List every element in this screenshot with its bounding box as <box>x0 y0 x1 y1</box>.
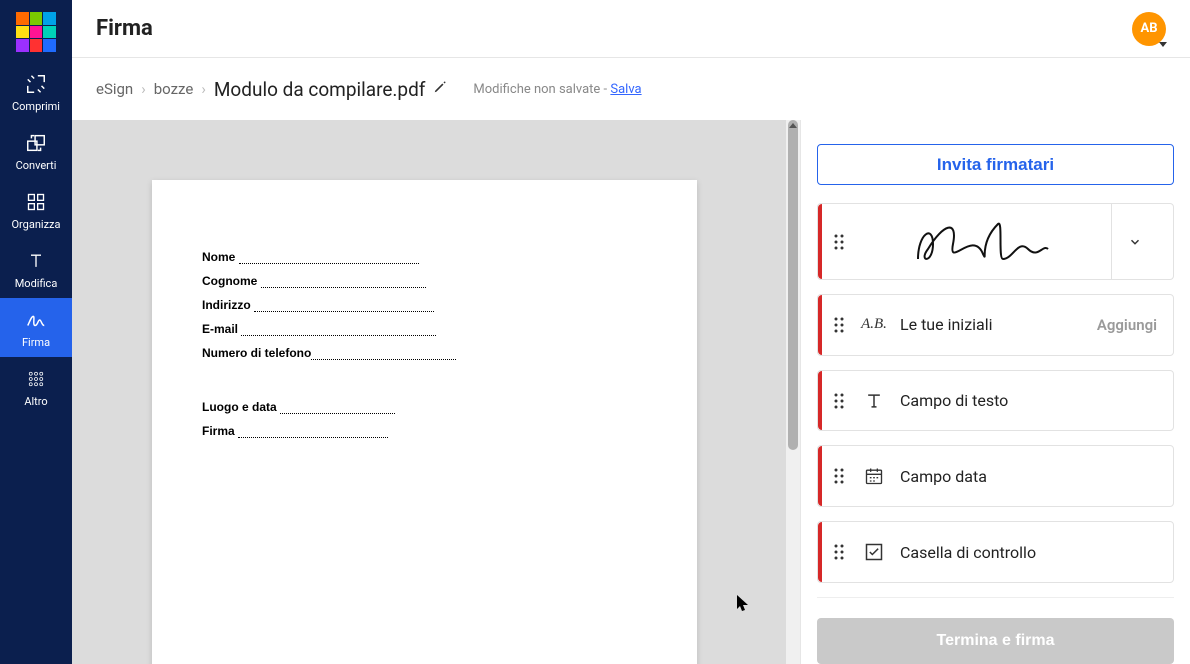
pdf-page[interactable]: Nome Cognome Indirizzo E-mail Numero di … <box>152 180 697 664</box>
tool-label: Campo di testo <box>894 391 1157 410</box>
add-initials-button[interactable]: Aggiungi <box>1097 316 1157 334</box>
document-canvas[interactable]: Nome Cognome Indirizzo E-mail Numero di … <box>72 120 800 664</box>
drag-handle-icon[interactable] <box>818 234 854 250</box>
nav-label: Converti <box>16 159 57 172</box>
checkbox-icon <box>854 542 894 562</box>
tool-label: Le tue iniziali <box>894 315 1097 334</box>
user-avatar[interactable]: AB <box>1132 12 1166 46</box>
signature-icon <box>24 308 48 332</box>
breadcrumb-row: eSign › bozze › Modulo da compilare.pdf … <box>72 58 1190 120</box>
text-icon <box>24 249 48 273</box>
scrollbar[interactable] <box>786 120 800 664</box>
expand-signature-button[interactable] <box>1111 204 1157 279</box>
date-field-tool[interactable]: Campo data <box>817 445 1174 507</box>
form-label-luogo: Luogo e data <box>202 400 277 414</box>
page-title: Firma <box>96 16 153 41</box>
initials-tool[interactable]: A.B. Le tue iniziali Aggiungi <box>817 294 1174 356</box>
chevron-right-icon: › <box>201 80 206 98</box>
form-label-nome: Nome <box>202 250 235 264</box>
form-label-cognome: Cognome <box>202 274 257 288</box>
text-field-tool[interactable]: Campo di testo <box>817 370 1174 432</box>
drag-handle-icon[interactable] <box>818 544 854 560</box>
nav-organize[interactable]: Organizza <box>0 180 72 239</box>
form-label-email: E-mail <box>202 322 238 336</box>
header: Firma AB <box>72 0 1190 58</box>
nav-sign[interactable]: Firma <box>0 298 72 357</box>
crumb-drafts[interactable]: bozze <box>154 80 194 98</box>
crumb-esign[interactable]: eSign <box>96 80 133 98</box>
nav-label: Organizza <box>11 218 60 231</box>
form-label-indirizzo: Indirizzo <box>202 298 251 312</box>
cursor-icon <box>737 595 751 613</box>
nav-label: Comprimi <box>12 100 60 113</box>
crumb-filename: Modulo da compilare.pdf <box>214 78 426 101</box>
save-status: Modifiche non salvate - Salva <box>473 82 641 97</box>
signature-preview <box>854 214 1111 270</box>
form-label-firma: Firma <box>202 424 235 438</box>
app-logo[interactable] <box>16 12 56 52</box>
nav-label: Modifica <box>15 277 58 290</box>
pencil-icon[interactable] <box>433 80 447 98</box>
form-label-telefono: Numero di telefono <box>202 346 311 360</box>
tool-label: Casella di controllo <box>894 543 1157 562</box>
save-link[interactable]: Salva <box>610 82 641 97</box>
signing-panel: Invita firmatari A.B. <box>800 120 1190 664</box>
signature-tool[interactable] <box>817 203 1174 280</box>
sidebar: Comprimi Converti Organizza Modifica Fir <box>0 0 72 664</box>
chevron-right-icon: › <box>141 80 146 98</box>
organize-icon <box>24 190 48 214</box>
convert-icon <box>24 131 48 155</box>
drag-handle-icon[interactable] <box>818 317 854 333</box>
nav-edit[interactable]: Modifica <box>0 239 72 298</box>
text-icon <box>854 391 894 411</box>
nav-convert[interactable]: Converti <box>0 121 72 180</box>
compress-icon <box>24 72 48 96</box>
invite-signers-button[interactable]: Invita firmatari <box>817 144 1174 185</box>
checkbox-tool[interactable]: Casella di controllo <box>817 521 1174 583</box>
tool-label: Campo data <box>894 467 1157 486</box>
finish-sign-button[interactable]: Termina e firma <box>817 618 1174 664</box>
calendar-icon <box>854 466 894 486</box>
drag-handle-icon[interactable] <box>818 468 854 484</box>
nav-label: Firma <box>22 336 50 349</box>
nav-compress[interactable]: Comprimi <box>0 62 72 121</box>
breadcrumb: eSign › bozze › Modulo da compilare.pdf <box>96 78 447 101</box>
grid-icon <box>24 367 48 391</box>
drag-handle-icon[interactable] <box>818 393 854 409</box>
nav-more[interactable]: Altro <box>0 357 72 416</box>
nav-label: Altro <box>24 395 47 408</box>
initials-icon: A.B. <box>854 316 894 333</box>
